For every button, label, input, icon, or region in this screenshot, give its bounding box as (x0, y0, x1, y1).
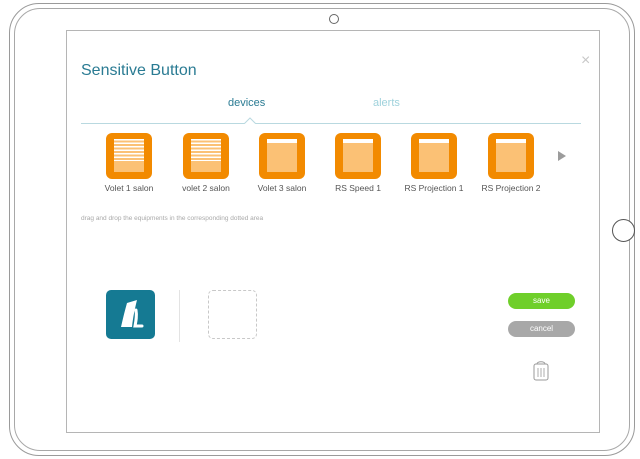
device-item-volet-2-salon[interactable]: volet 2 salon (166, 133, 246, 193)
device-label: volet 2 salon (182, 183, 230, 193)
trash-icon[interactable] (533, 360, 549, 381)
next-arrow-icon[interactable] (558, 151, 566, 161)
device-item-volet-3-salon[interactable]: Volet 3 salon (242, 133, 322, 193)
sensitive-button-dialog: × Sensitive Button devices alerts Volet … (66, 30, 600, 433)
cancel-button[interactable]: cancel (508, 321, 575, 337)
vertical-divider (179, 290, 180, 342)
blind-slats-icon (183, 133, 229, 179)
active-tab-caret-icon (244, 117, 256, 124)
device-label: Volet 3 salon (257, 183, 307, 193)
camera-icon (329, 14, 339, 24)
shutter-icon (335, 133, 381, 179)
tab-alerts[interactable]: alerts (373, 97, 400, 109)
save-button[interactable]: save (508, 293, 575, 309)
device-label: RS Speed 1 (335, 183, 381, 193)
drag-drop-hint: drag and drop the equipments in the corr… (81, 215, 264, 222)
tab-underline (81, 123, 581, 124)
sensitive-button-sensor-icon[interactable] (106, 290, 155, 339)
device-item-rs-projection-2[interactable]: RS Projection 2 (471, 133, 551, 193)
home-button[interactable] (612, 219, 635, 242)
device-item-volet-1-salon[interactable]: Volet 1 salon (89, 133, 169, 193)
sensor-glyph-icon (121, 300, 144, 328)
blind-slats-icon (106, 133, 152, 179)
dialog-title: Sensitive Button (81, 62, 197, 79)
device-label: RS Projection 2 (481, 183, 541, 193)
shutter-icon (488, 133, 534, 179)
device-item-rs-speed-1[interactable]: RS Speed 1 (318, 133, 398, 193)
device-item-rs-projection-1[interactable]: RS Projection 1 (394, 133, 474, 193)
close-button[interactable]: × (581, 53, 590, 69)
shutter-icon (259, 133, 305, 179)
drop-zone[interactable] (208, 290, 257, 339)
tab-devices[interactable]: devices (228, 97, 265, 109)
device-label: Volet 1 salon (104, 183, 154, 193)
shutter-icon (411, 133, 457, 179)
device-label: RS Projection 1 (404, 183, 464, 193)
